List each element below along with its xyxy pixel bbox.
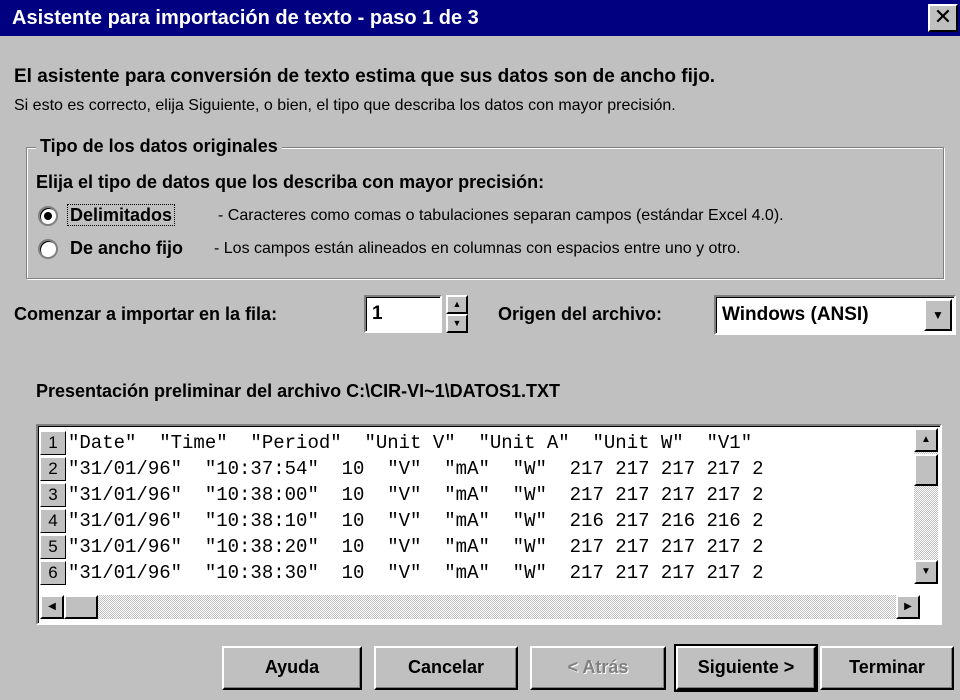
scroll-up-icon[interactable]: ▲ <box>914 428 938 452</box>
preview-row: 3 "31/01/96" "10:38:00" 10 "V" "mA" "W" 2… <box>40 482 918 508</box>
radio-ancho-fijo-description: - Los campos están alineados en columnas… <box>214 240 741 257</box>
scroll-down-icon[interactable]: ▼ <box>914 560 938 584</box>
radio-ancho-fijo[interactable] <box>38 239 58 259</box>
file-preview[interactable]: 1 "Date" "Time" "Period" "Unit V" "Unit A… <box>36 424 942 625</box>
row-text: "Date" "Time" "Period" "Unit V" "Unit A"… <box>68 432 753 454</box>
preview-rows: 1 "Date" "Time" "Period" "Unit V" "Unit A… <box>40 430 918 586</box>
data-type-legend: Tipo de los datos originales <box>36 136 282 157</box>
file-origin-value: Windows (ANSI) <box>722 304 869 325</box>
radio-selected-dot <box>44 212 52 220</box>
file-origin-label: Origen del archivo: <box>498 304 663 324</box>
row-text: "31/01/96" "10:38:30" 10 "V" "mA" "W" 21… <box>68 562 764 584</box>
row-text: "31/01/96" "10:38:20" 10 "V" "mA" "W" 21… <box>68 536 764 558</box>
row-text: "31/01/96" "10:38:00" 10 "V" "mA" "W" 21… <box>68 484 764 506</box>
radio-delimitados-description: - Caracteres como comas o tabulaciones s… <box>218 207 784 224</box>
horizontal-scrollbar[interactable]: ◀ ▶ <box>40 595 920 619</box>
row-number: 1 <box>40 431 66 455</box>
next-button[interactable]: Siguiente > <box>674 644 818 692</box>
preview-row: 5 "31/01/96" "10:38:20" 10 "V" "mA" "W" 2… <box>40 534 918 560</box>
spin-down-icon[interactable]: ▼ <box>446 314 468 333</box>
radio-delimitados[interactable] <box>38 206 58 226</box>
radio-delimitados-label[interactable]: Delimitados <box>66 204 176 226</box>
row-number: 5 <box>40 535 66 559</box>
scroll-right-icon[interactable]: ▶ <box>896 595 920 619</box>
help-button[interactable]: Ayuda <box>222 646 362 690</box>
preview-row: 2 "31/01/96" "10:37:54" 10 "V" "mA" "W" 2… <box>40 456 918 482</box>
intro-subtext: Si esto es correcto, elija Siguiente, o … <box>14 97 676 114</box>
spin-up-icon[interactable]: ▲ <box>446 295 468 314</box>
intro-heading: El asistente para conversión de texto es… <box>14 66 716 87</box>
start-row-label: Comenzar a importar en la fila: <box>14 304 278 324</box>
vertical-scroll-thumb[interactable] <box>914 454 938 486</box>
file-origin-select[interactable]: Windows (ANSI) ▼ <box>714 295 956 335</box>
radio-ancho-fijo-label[interactable]: De ancho fijo <box>70 238 183 259</box>
window-title: Asistente para importación de texto - pa… <box>12 6 479 29</box>
horizontal-scroll-thumb[interactable] <box>64 595 98 619</box>
row-text: "31/01/96" "10:37:54" 10 "V" "mA" "W" 21… <box>68 458 764 480</box>
back-button[interactable]: < Atrás <box>530 646 666 690</box>
finish-button[interactable]: Terminar <box>820 646 954 690</box>
title-bar: Asistente para importación de texto - pa… <box>0 0 960 36</box>
data-type-instruction: Elija el tipo de datos que los describa … <box>36 172 545 192</box>
close-button[interactable]: ✕ <box>928 4 958 32</box>
preview-row: 6 "31/01/96" "10:38:30" 10 "V" "mA" "W" 2… <box>40 560 918 586</box>
row-number: 6 <box>40 561 66 585</box>
row-text: "31/01/96" "10:38:10" 10 "V" "mA" "W" 21… <box>68 510 764 532</box>
preview-title: Presentación preliminar del archivo C:\C… <box>36 381 560 401</box>
vertical-scrollbar[interactable]: ▲ ▼ <box>914 428 938 584</box>
row-number: 4 <box>40 509 66 533</box>
start-row-input[interactable]: 1 <box>364 295 442 333</box>
cancel-button[interactable]: Cancelar <box>374 646 518 690</box>
scroll-left-icon[interactable]: ◀ <box>40 595 64 619</box>
preview-row: 1 "Date" "Time" "Period" "Unit V" "Unit A… <box>40 430 918 456</box>
start-row-spinner[interactable]: ▲ ▼ <box>446 295 468 333</box>
row-number: 2 <box>40 457 66 481</box>
row-number: 3 <box>40 483 66 507</box>
close-icon: ✕ <box>933 4 953 29</box>
preview-row: 4 "31/01/96" "10:38:10" 10 "V" "mA" "W" 2… <box>40 508 918 534</box>
chevron-down-icon[interactable]: ▼ <box>924 299 952 331</box>
